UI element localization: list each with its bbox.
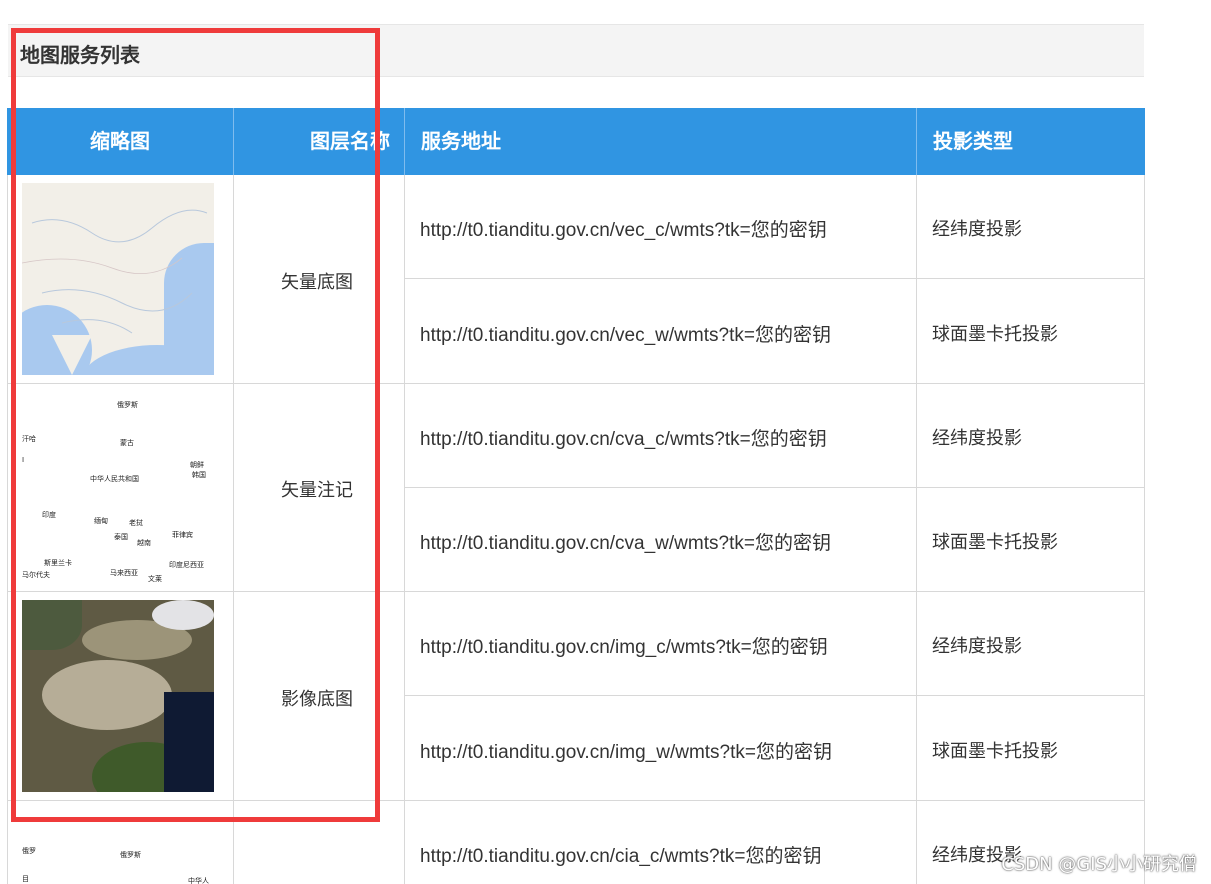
map-label: 汗哈 (22, 435, 36, 443)
page-title: 地图服务列表 (20, 43, 140, 67)
map-label: 越南 (137, 539, 151, 547)
map-label: 俄罗 (22, 847, 36, 855)
map-label: 文莱 (148, 575, 162, 583)
map-label: 中华人 (188, 877, 209, 884)
table-header: 缩略图 图层名称 服务地址 投影类型 (7, 108, 1145, 175)
map-label: 泰国 (114, 533, 128, 541)
grid-line (404, 695, 1145, 696)
title-bar: 地图服务列表 (8, 24, 1144, 77)
service-url-cell[interactable]: http://t0.tianditu.gov.cn/cva_c/wmts?tk=… (420, 424, 827, 451)
projection-cell: 球面墨卡托投影 (932, 741, 1058, 762)
projection-cell: 球面墨卡托投影 (932, 532, 1058, 553)
imagery-map-thumbnail (22, 600, 214, 792)
grid-line (7, 591, 1145, 592)
projection-cell: 经纬度投影 (932, 636, 1022, 657)
grid-line (1144, 175, 1145, 884)
header-projection[interactable]: 投影类型 (916, 108, 1145, 175)
layer-name-cell: 矢量底图 (281, 272, 353, 293)
map-label: I (22, 456, 25, 464)
grid-line (7, 383, 1145, 384)
projection-cell: 经纬度投影 (932, 219, 1022, 240)
image-annotation-thumbnail: 俄罗 俄罗斯 目 中华人 (22, 810, 214, 884)
service-url-cell[interactable]: http://t0.tianditu.gov.cn/cva_w/wmts?tk=… (420, 528, 831, 555)
grid-line (404, 487, 1145, 488)
header-thumbnail[interactable]: 缩略图 (7, 108, 233, 175)
map-label: 中华人民共和国 (90, 475, 139, 483)
service-url-cell[interactable]: http://t0.tianditu.gov.cn/img_w/wmts?tk=… (420, 737, 832, 764)
map-service-table: 缩略图 图层名称 服务地址 投影类型 矢量底图 http://t0.tiandi… (7, 108, 1145, 884)
annotation-map-thumbnail: 俄罗斯 汗哈 蒙古 I 朝鲜 韩国 中华人民共和国 印度 缅甸 老挝 菲律宾 泰… (22, 392, 214, 584)
grid-line (404, 175, 405, 884)
page: 地图服务列表 缩略图 图层名称 服务地址 投影类型 矢量底图 http://t0… (0, 0, 1211, 884)
vector-map-thumbnail (22, 183, 214, 375)
map-label: 老挝 (129, 519, 143, 527)
map-label: 目 (22, 875, 29, 883)
grid-line (233, 175, 234, 884)
layer-name-cell: 矢量注记 (281, 480, 353, 501)
header-service-url[interactable]: 服务地址 (404, 108, 916, 175)
map-label: 印度 (42, 511, 56, 519)
grid-line (404, 278, 1145, 279)
projection-cell: 球面墨卡托投影 (932, 324, 1058, 345)
service-url-cell[interactable]: http://t0.tianditu.gov.cn/cia_c/wmts?tk=… (420, 841, 821, 868)
service-url-cell[interactable]: http://t0.tianditu.gov.cn/img_c/wmts?tk=… (420, 632, 828, 659)
layer-name-cell: 影像底图 (281, 689, 353, 710)
map-label: 俄罗斯 (117, 401, 138, 409)
projection-cell: 经纬度投影 (932, 428, 1022, 449)
map-label: 马来西亚 (110, 569, 138, 577)
map-label: 俄罗斯 (120, 851, 141, 859)
header-layer-name[interactable]: 图层名称 (233, 108, 404, 175)
watermark: CSDN @GIS小小研究僧 (1001, 854, 1197, 875)
map-label: 朝鲜 (190, 461, 204, 469)
map-label: 印度尼西亚 (169, 561, 204, 569)
map-label: 缅甸 (94, 517, 108, 525)
map-label: 菲律宾 (172, 531, 193, 539)
map-label: 马尔代夫 (22, 571, 50, 579)
service-url-cell[interactable]: http://t0.tianditu.gov.cn/vec_c/wmts?tk=… (420, 215, 827, 242)
grid-line (916, 175, 917, 884)
map-label: 斯里兰卡 (44, 559, 72, 567)
grid-line (7, 175, 8, 884)
map-label: 蒙古 (120, 439, 134, 447)
service-url-cell[interactable]: http://t0.tianditu.gov.cn/vec_w/wmts?tk=… (420, 320, 831, 347)
map-label: 韩国 (192, 471, 206, 479)
grid-line (7, 800, 1145, 801)
